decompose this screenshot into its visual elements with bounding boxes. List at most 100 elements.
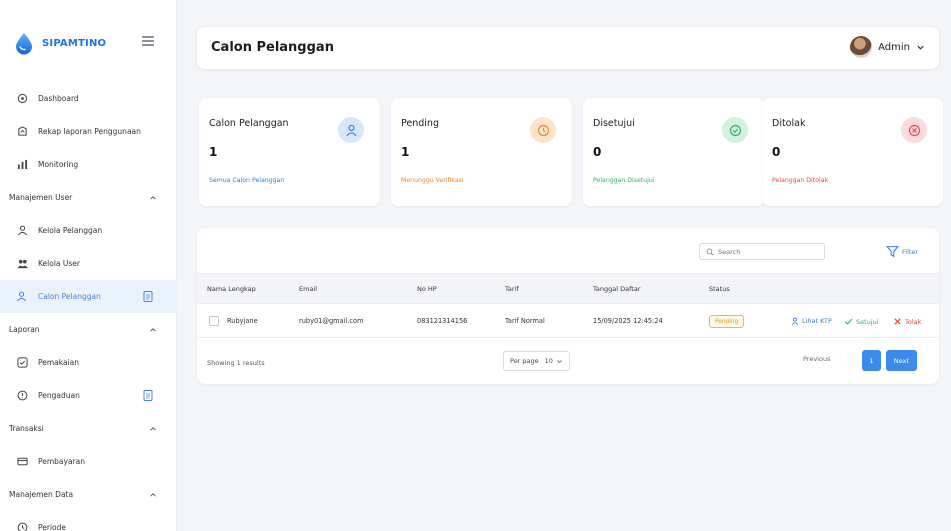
sidebar-item-label: Calon Pelanggan <box>38 292 101 301</box>
card-value: 1 <box>401 145 410 159</box>
sidebar-item-kelola-pelanggan[interactable]: Kelola Pelanggan <box>0 214 177 247</box>
chevron-up-icon <box>150 327 156 332</box>
section-label: Laporan <box>9 325 40 334</box>
info-circle-icon <box>16 390 28 402</box>
view-ktp-label: Lihat KTP <box>802 317 832 325</box>
search-input[interactable] <box>718 247 818 256</box>
stat-card-calon: Calon Pelanggan 1 Semua Calon Pelanggan <box>199 98 380 206</box>
sidebar-item-pengaduan[interactable]: Pengaduan <box>0 379 177 412</box>
document-icon <box>143 390 153 401</box>
section-transaksi[interactable]: Transaksi <box>0 412 177 445</box>
column-header[interactable]: Status <box>709 285 730 293</box>
brand[interactable]: SIPAMTINO <box>12 28 106 58</box>
users-icon <box>16 258 28 270</box>
search-box[interactable] <box>699 243 825 260</box>
sidebar-item-label: Monitoring <box>38 160 79 169</box>
avatar <box>850 36 873 58</box>
search-icon <box>706 248 714 256</box>
sidebar-item-rekap[interactable]: Rekap laporan Penggunaan <box>0 115 177 148</box>
sidebar-item-label: Dashboard <box>38 94 79 103</box>
table-header: Nama Lengkap Email No HP Tarif Tanggal D… <box>197 273 939 304</box>
sidebar-item-label: Kelola Pelanggan <box>38 226 103 235</box>
reject-label: Tolak <box>905 317 922 326</box>
previous-button[interactable]: Previous <box>803 355 830 363</box>
user-icon <box>338 117 364 143</box>
page-title: Calon Pelanggan <box>211 40 334 55</box>
credit-card-icon <box>16 456 28 468</box>
clock-icon <box>530 117 556 143</box>
sidebar-item-label: Kelola User <box>38 259 80 268</box>
sidebar: SIPAMTINO Dashboard Rekap laporan Penggu… <box>0 0 177 531</box>
section-label: Transaksi <box>9 424 44 433</box>
section-laporan[interactable]: Laporan <box>0 313 177 346</box>
page-button-1[interactable]: 1 <box>862 350 881 371</box>
document-icon <box>143 291 153 302</box>
user-plus-icon <box>16 291 28 303</box>
sidebar-item-label: Pembayaran <box>38 457 85 466</box>
chevron-up-icon <box>150 492 156 497</box>
sidebar-item-kelola-user[interactable]: Kelola User <box>0 247 177 280</box>
check-square-icon <box>16 357 28 369</box>
x-circle-icon <box>901 117 927 143</box>
close-icon <box>894 318 901 325</box>
sidebar-item-pemakaian[interactable]: Pemakaian <box>0 346 177 379</box>
column-header[interactable]: Email <box>299 285 317 293</box>
home-icon <box>16 93 28 105</box>
section-manajemen-user[interactable]: Manajemen User <box>0 181 177 214</box>
report-icon <box>16 126 28 138</box>
cell-date: 15/09/2025 12:45:24 <box>593 317 663 325</box>
sidebar-item-label: Pemakaian <box>38 358 80 367</box>
column-header[interactable]: Tarif <box>505 285 519 293</box>
sidebar-item-pembayaran[interactable]: Pembayaran <box>0 445 177 478</box>
card-title: Disetujui <box>593 118 635 129</box>
per-page-value: 10 <box>544 357 553 365</box>
cell-email: ruby01@gmail.com <box>299 317 364 325</box>
card-subtitle: Pelanggan Ditolak <box>772 177 829 184</box>
chevron-down-icon <box>557 359 562 363</box>
card-title: Pending <box>401 118 439 129</box>
sidebar-item-label: Periode <box>38 523 67 531</box>
per-page-label: Per page <box>510 357 539 365</box>
card-value: 0 <box>772 145 781 159</box>
clock-icon <box>16 522 28 531</box>
page-header: Calon Pelanggan Admin <box>197 27 939 69</box>
section-label: Manajemen User <box>9 193 73 202</box>
sidebar-item-periode[interactable]: Periode <box>0 511 177 531</box>
sidebar-nav: Dashboard Rekap laporan Penggunaan Monit… <box>0 82 177 531</box>
column-header[interactable]: No HP <box>417 285 437 293</box>
per-page-select[interactable]: Per page 10 <box>503 351 570 371</box>
card-value: 0 <box>593 145 602 159</box>
column-header[interactable]: Tanggal Daftar <box>593 285 640 293</box>
approve-button[interactable]: Setujui <box>844 317 879 326</box>
user-menu[interactable]: Admin <box>850 36 925 58</box>
card-subtitle: Semua Calon Pelanggan <box>209 177 285 184</box>
menu-toggle-icon[interactable] <box>142 36 154 46</box>
filter-button[interactable]: Filter <box>886 243 918 260</box>
card-subtitle: Menunggu Verifikasi <box>401 177 464 184</box>
cell-phone: 083121314156 <box>417 317 468 325</box>
stat-card-pending: Pending 1 Menunggu Verifikasi <box>391 98 572 206</box>
view-ktp-button[interactable]: Lihat KTP <box>791 317 832 325</box>
card-title: Calon Pelanggan <box>209 118 289 129</box>
stat-card-disetujui: Disetujui 0 Pelanggan Disetujui <box>583 98 764 206</box>
results-info: Showing 1 results <box>207 359 265 367</box>
filter-icon <box>886 246 899 258</box>
check-icon <box>844 318 853 325</box>
next-button[interactable]: Next <box>886 350 917 371</box>
sidebar-item-label: Pengaduan <box>38 391 80 400</box>
chevron-up-icon <box>150 426 156 431</box>
column-header[interactable]: Nama Lengkap <box>207 285 256 293</box>
reject-button[interactable]: Tolak <box>893 317 921 326</box>
card-title: Ditolak <box>772 118 806 129</box>
sidebar-item-calon-pelanggan[interactable]: Calon Pelanggan <box>0 280 177 313</box>
approve-label: Setujui <box>856 317 879 326</box>
sidebar-item-monitoring[interactable]: Monitoring <box>0 148 177 181</box>
brand-name: SIPAMTINO <box>42 37 107 49</box>
stat-card-ditolak: Ditolak 0 Pelanggan Ditolak <box>762 98 943 206</box>
sidebar-item-dashboard[interactable]: Dashboard <box>0 82 177 115</box>
user-name: Admin <box>878 41 910 53</box>
bar-chart-icon <box>16 159 28 171</box>
water-drop-logo-icon <box>16 33 32 55</box>
section-manajemen-data[interactable]: Manajemen Data <box>0 478 177 511</box>
row-checkbox[interactable] <box>209 316 219 326</box>
